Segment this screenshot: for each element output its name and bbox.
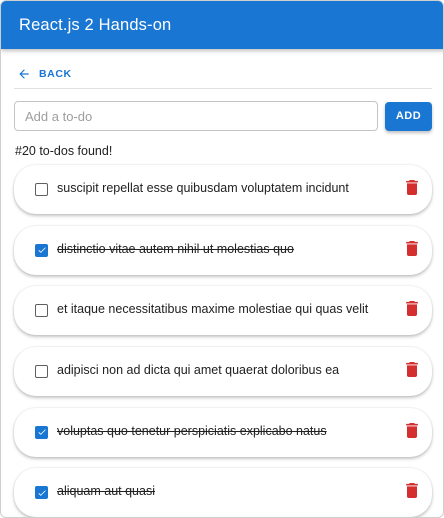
todo-input[interactable] (14, 101, 378, 131)
trash-icon[interactable] (406, 301, 418, 317)
todo-text: adipisci non ad dicta qui amet quaerat d… (57, 363, 340, 378)
todo-count: #20 to-dos found! (15, 144, 113, 158)
add-button[interactable]: ADD (385, 101, 432, 131)
trash-icon[interactable] (406, 422, 418, 438)
todo-text: distinctio vitae autem nihil ut molestia… (57, 241, 294, 256)
back-link[interactable]: BACK (14, 59, 432, 89)
app-window: React.js 2 Hands-on BACK ADD #20 to-dos … (0, 0, 444, 518)
todo-text: et itaque necessitatibus maxime molestia… (57, 302, 369, 317)
todo-checkbox[interactable] (35, 304, 48, 318)
todo-checkbox[interactable] (35, 425, 48, 439)
todo-item: voluptas quo tenetur perspiciatis explic… (14, 407, 432, 457)
back-label: BACK (39, 67, 72, 80)
trash-icon[interactable] (406, 362, 418, 378)
todo-checkbox[interactable] (35, 183, 48, 196)
todo-checkbox[interactable] (35, 243, 48, 257)
todo-item: suscipit repellat esse quibusdam volupta… (14, 165, 432, 214)
todo-item: adipisci non ad dicta qui amet quaerat d… (14, 347, 432, 397)
add-todo-form: ADD (14, 101, 432, 131)
todo-text: voluptas quo tenetur perspiciatis explic… (57, 423, 327, 438)
app-title: React.js 2 Hands-on (19, 15, 172, 34)
trash-icon[interactable] (406, 180, 418, 195)
check-icon (37, 490, 46, 496)
todo-checkbox[interactable] (35, 486, 48, 500)
check-icon (37, 429, 46, 436)
trash-icon[interactable] (406, 483, 418, 499)
todo-text: suscipit repellat esse quibusdam volupta… (57, 181, 349, 195)
app-bar: React.js 2 Hands-on (1, 1, 443, 49)
todo-list: suscipit repellat esse quibusdam volupta… (14, 165, 432, 517)
todo-checkbox[interactable] (35, 365, 48, 379)
arrow-left-icon (17, 67, 31, 81)
todo-item: et itaque necessitatibus maxime molestia… (14, 286, 432, 336)
trash-icon[interactable] (406, 240, 418, 256)
todo-text: aliquam aut quasi (57, 484, 155, 499)
todo-item: distinctio vitae autem nihil ut molestia… (14, 225, 432, 275)
check-icon (37, 247, 46, 254)
todo-item: aliquam aut quasi (14, 468, 432, 517)
